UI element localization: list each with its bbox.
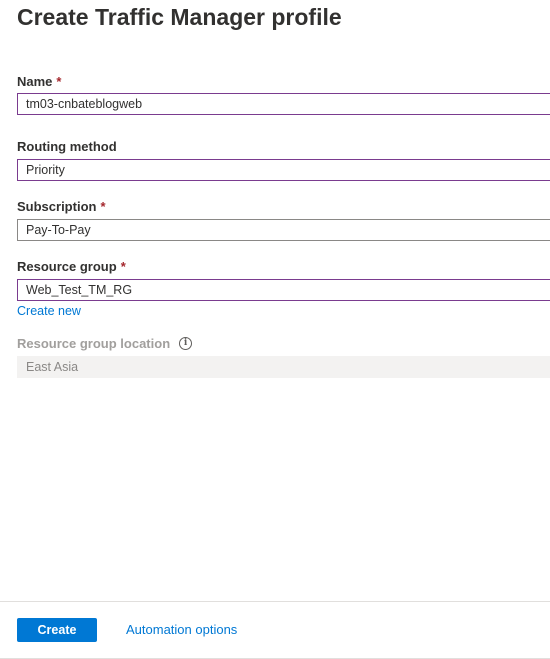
resource-group-location-label: Resource group location i (17, 336, 193, 351)
routing-method-dropdown[interactable]: Priority (17, 159, 550, 181)
resource-group-location-label-text: Resource group location (17, 336, 171, 351)
name-label-text: Name (17, 74, 53, 89)
name-input[interactable]: tm03-cnbateblogweb (17, 93, 550, 115)
subscription-dropdown[interactable]: Pay-To-Pay (17, 219, 550, 241)
routing-method-label-text: Routing method (17, 139, 117, 154)
routing-method-label: Routing method (17, 139, 117, 154)
info-icon[interactable]: i (179, 337, 193, 350)
automation-options-link[interactable]: Automation options (126, 622, 237, 637)
page-title: Create Traffic Manager profile (17, 4, 342, 30)
required-mark: * (100, 199, 106, 214)
resource-group-label-text: Resource group (17, 259, 117, 274)
footer-divider (0, 601, 550, 602)
create-new-resource-group-link[interactable]: Create new (17, 304, 81, 318)
subscription-label-text: Subscription (17, 199, 97, 214)
subscription-label: Subscription * (17, 199, 106, 214)
resource-group-label: Resource group * (17, 259, 126, 274)
name-label: Name * (17, 74, 61, 89)
create-traffic-manager-page: Create Traffic Manager profile Name * tm… (0, 0, 550, 659)
create-button[interactable]: Create (17, 618, 97, 642)
required-mark: * (120, 259, 126, 274)
resource-group-dropdown[interactable]: Web_Test_TM_RG (17, 279, 550, 301)
required-mark: * (56, 74, 62, 89)
resource-group-location-field: East Asia (17, 356, 550, 378)
